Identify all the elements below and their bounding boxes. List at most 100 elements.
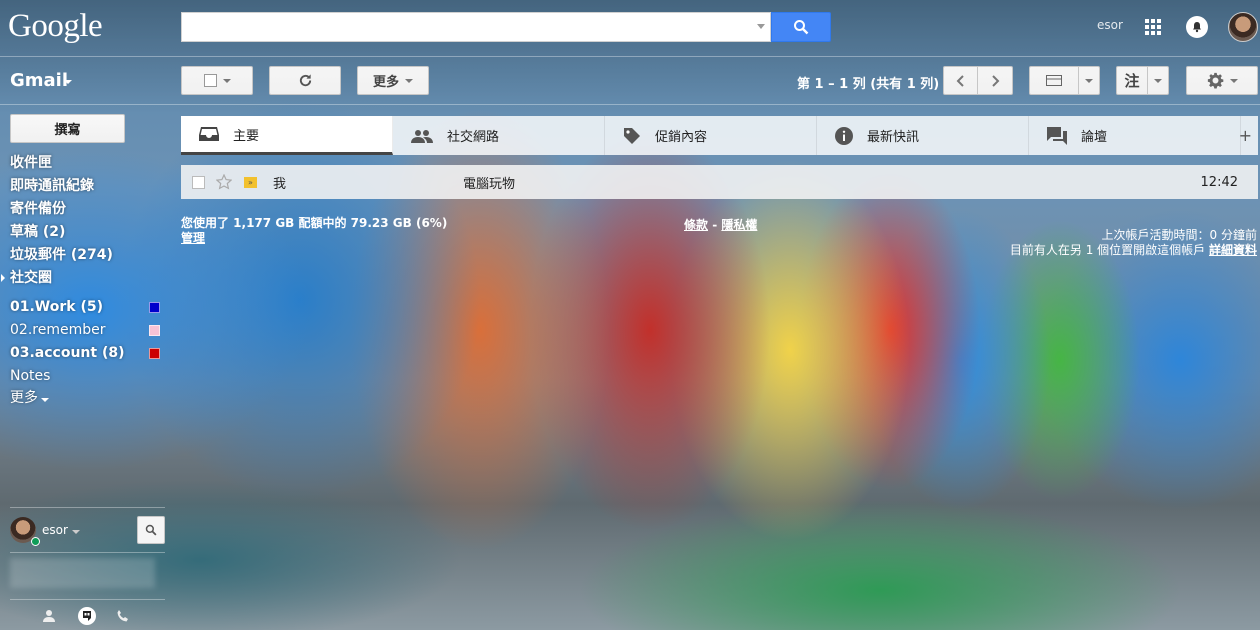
- chevron-down-icon: [1229, 78, 1238, 83]
- label-color-swatch[interactable]: [149, 302, 160, 313]
- contacts-icon[interactable]: [42, 609, 56, 627]
- tab-promotions-label: 促銷內容: [655, 130, 708, 145]
- sidebar-item-chats[interactable]: 即時通訊紀錄: [10, 177, 94, 195]
- tab-updates-label: 最新快訊: [867, 130, 920, 145]
- sidebar-item-spam[interactable]: 垃圾郵件 (274): [10, 246, 113, 264]
- refresh-button[interactable]: [269, 66, 341, 95]
- account-avatar[interactable]: [1228, 12, 1258, 42]
- forum-icon: [1047, 126, 1067, 145]
- expand-arrow-icon[interactable]: [1, 274, 5, 282]
- manage-storage-link[interactable]: 管理: [181, 231, 205, 245]
- pagination-info: 第 1 – 1 列 (共有 1 列): [797, 77, 940, 92]
- chevron-down-icon[interactable]: [64, 80, 72, 84]
- importance-marker-icon[interactable]: »: [244, 176, 257, 188]
- sidebar-item-inbox[interactable]: 收件匣: [10, 154, 52, 172]
- density-dropdown-button[interactable]: [1078, 66, 1100, 95]
- chat-search-button[interactable]: [137, 516, 165, 544]
- message-subject: 電腦玩物: [463, 176, 516, 192]
- chevron-right-icon: [992, 74, 1000, 87]
- sidebar-item-sent[interactable]: 寄件備份: [10, 200, 66, 218]
- details-link[interactable]: 詳細資料: [1209, 243, 1257, 257]
- last-activity-text: 上次帳戶活動時間：0 分鐘前: [1101, 228, 1257, 242]
- density-button[interactable]: [1029, 66, 1079, 95]
- tab-primary-label: 主要: [233, 128, 260, 144]
- label-color-swatch[interactable]: [149, 348, 160, 359]
- phone-icon[interactable]: [116, 609, 130, 627]
- message-sender: 我: [273, 176, 287, 192]
- sidebar-label-work[interactable]: 01.Work (5): [10, 298, 103, 316]
- search-options-caret-icon[interactable]: [757, 24, 765, 29]
- label-color-swatch[interactable]: [149, 325, 160, 336]
- gmail-app-menu[interactable]: Gmail: [10, 70, 68, 91]
- search-button[interactable]: [771, 12, 831, 42]
- older-page-button[interactable]: [977, 66, 1013, 95]
- chevron-left-icon: [956, 74, 964, 87]
- chevron-down-icon: [1154, 78, 1162, 83]
- inbox-icon: [199, 127, 219, 141]
- info-icon: [835, 126, 853, 145]
- sidebar-label-remember[interactable]: 02.remember: [10, 321, 105, 339]
- notifications-bell-icon[interactable]: [1186, 16, 1208, 38]
- chevron-down-icon: [1085, 78, 1093, 83]
- row-checkbox[interactable]: [192, 175, 205, 189]
- tab-primary[interactable]: 主要: [181, 116, 393, 155]
- add-tab-icon[interactable]: +: [1239, 126, 1252, 145]
- chat-user-name: esor: [42, 523, 68, 537]
- people-icon: [411, 129, 433, 143]
- newer-page-button[interactable]: [943, 66, 978, 95]
- input-tools-dropdown-button[interactable]: [1147, 66, 1169, 95]
- online-status-icon: [31, 537, 40, 546]
- sidebar-item-drafts[interactable]: 草稿 (2): [10, 223, 65, 241]
- open-location-text: 目前有人在另 1 個位置開啟這個帳戶: [1009, 243, 1206, 257]
- apps-grid-icon[interactable]: [1145, 19, 1161, 35]
- compose-button[interactable]: 撰寫: [10, 114, 125, 143]
- settings-button[interactable]: [1186, 66, 1258, 95]
- tab-forums[interactable]: 論壇: [1029, 116, 1241, 155]
- storage-info: 您使用了 1,177 GB 配額中的 79.23 GB (6%) 管理: [181, 216, 447, 246]
- chevron-down-icon: [71, 530, 80, 534]
- checkbox-icon: [203, 74, 217, 87]
- account-activity: 上次帳戶活動時間：0 分鐘前 目前有人在另 1 個位置開啟這個帳戶 詳細資料: [1010, 228, 1257, 258]
- chat-contact-blurred[interactable]: [10, 558, 155, 588]
- gear-icon: [1207, 72, 1223, 89]
- chevron-down-icon: [405, 78, 413, 83]
- more-actions-label: 更多: [372, 75, 399, 90]
- header-divider: [0, 56, 1260, 57]
- sidebar-item-circles[interactable]: 社交圈: [10, 269, 52, 287]
- chat-divider: [10, 507, 165, 508]
- chevron-down-icon: [222, 78, 231, 83]
- link-separator: -: [708, 218, 722, 232]
- legal-links: 條款 - 隱私權: [684, 216, 757, 233]
- display-density-icon: [1046, 75, 1062, 86]
- tab-promotions[interactable]: 促銷內容: [605, 116, 817, 155]
- search-icon: [794, 20, 809, 35]
- more-actions-button[interactable]: 更多: [357, 66, 429, 95]
- message-time: 12:42: [1200, 174, 1238, 190]
- refresh-icon: [299, 74, 311, 87]
- sidebar-more[interactable]: 更多: [10, 389, 49, 407]
- search-input[interactable]: [181, 12, 771, 42]
- sidebar-more-label: 更多: [10, 390, 38, 406]
- toolbar-divider: [0, 104, 1260, 105]
- hangouts-icon[interactable]: [78, 607, 96, 625]
- tab-updates[interactable]: 最新快訊: [817, 116, 1029, 155]
- chat-user-menu[interactable]: esor: [42, 523, 80, 537]
- sidebar-label-account[interactable]: 03.account (8): [10, 344, 125, 362]
- account-name[interactable]: esor: [1097, 18, 1123, 32]
- tab-social-label: 社交網路: [447, 130, 500, 145]
- chat-list-divider: [10, 552, 165, 553]
- google-logo[interactable]: Google: [8, 8, 103, 45]
- tab-forums-label: 論壇: [1081, 130, 1108, 145]
- chevron-down-icon: [41, 398, 49, 402]
- table-row[interactable]: » 我 電腦玩物 12:42: [181, 165, 1258, 199]
- star-icon[interactable]: [216, 174, 232, 190]
- input-tools-button[interactable]: 注: [1116, 66, 1148, 95]
- tag-icon: [624, 127, 640, 144]
- chat-footer-divider: [10, 599, 165, 600]
- storage-usage-text: 您使用了 1,177 GB 配額中的 79.23 GB (6%): [181, 216, 448, 230]
- select-checkbox-button[interactable]: [181, 66, 253, 95]
- tab-social[interactable]: 社交網路: [393, 116, 605, 155]
- privacy-link[interactable]: 隱私權: [721, 218, 757, 232]
- sidebar-label-notes[interactable]: Notes: [10, 367, 50, 385]
- terms-link[interactable]: 條款: [684, 218, 708, 232]
